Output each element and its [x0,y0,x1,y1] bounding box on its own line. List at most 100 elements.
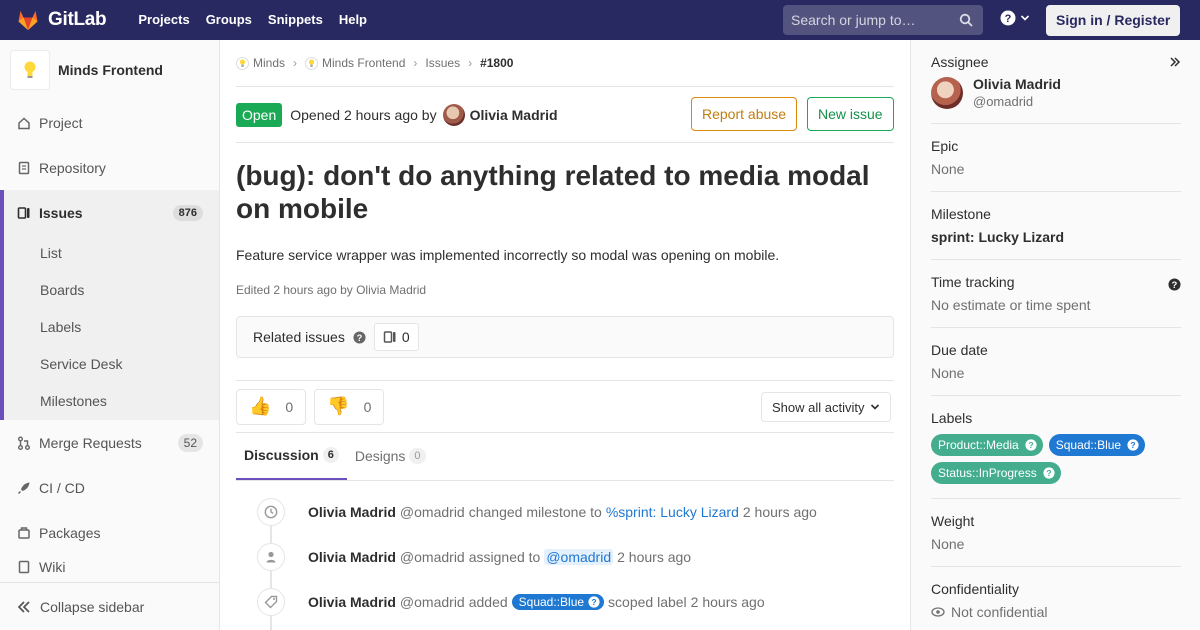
issue-author[interactable]: Olivia Madrid [470,107,558,123]
awards-bar: 👍 0 👎 0 Show all activity [236,381,894,433]
tab-discussion[interactable]: Discussion 6 [236,432,347,480]
tab-label: Designs [354,448,406,464]
issues-icon [383,331,396,343]
help-dropdown[interactable]: ? [1000,10,1030,26]
related-issues-count[interactable]: 0 [373,323,419,351]
issue-title: (bug): don't do anything related to medi… [236,160,870,224]
breadcrumb-project[interactable]: Minds Frontend [305,56,405,70]
activity-filter-label: Show all activity [772,399,865,415]
breadcrumb-label: Minds [253,56,286,70]
thumbsup-award-button[interactable]: 👍 0 [236,388,307,425]
assignee-row[interactable]: Olivia Madrid @omadrid [931,76,1181,109]
sidebar-item-label: Packages [39,524,101,541]
opened-text: Opened 2 hours ago by [290,106,437,123]
sign-in-button[interactable]: Sign in / Register [1046,5,1181,36]
breadcrumb-issues[interactable]: Issues [425,56,460,70]
doc-icon [16,160,32,176]
brand-logo[interactable]: GitLab [16,0,107,40]
issues-count-badge: 876 [172,204,203,221]
note-handle: @omadrid [399,548,465,565]
double-chevron-left-icon [17,600,30,613]
sidebar-subitem-labels[interactable]: Labels [4,309,219,346]
assignee-title: Assignee [931,54,989,70]
confidentiality-value: Not confidential [931,604,1181,620]
assignee-handle: @omadrid [973,94,1034,109]
sidebar-item-merge-requests[interactable]: Merge Requests 52 [0,420,219,465]
list-item: Olivia Madrid @omadrid changed milestone… [236,489,894,534]
label-name: Status::InProgress [938,466,1037,480]
sidebar-item-packages[interactable]: Packages [0,510,219,555]
milestone-link[interactable]: %sprint: Lucky Lizard [606,504,739,520]
sidebar-item-label: Issues [39,204,83,221]
related-issues-title: Related issues [253,329,345,345]
user-mention-link[interactable]: @omadrid [544,548,614,565]
note-action: assigned to [468,548,541,565]
search-icon [959,13,973,27]
note-action: added [468,593,508,610]
sidebar-item-label: CI / CD [39,479,85,496]
collapse-sidebar-button[interactable]: Collapse sidebar [0,582,219,630]
sidebar-item-ci-cd[interactable]: CI / CD [0,465,219,510]
question-circle-icon[interactable]: ? [1168,278,1181,291]
sidebar-item-project[interactable]: Project [0,100,219,145]
status-badge: Open [236,102,283,127]
time-tracking-value: No estimate or time spent [931,297,1091,313]
sidebar-subitem-list[interactable]: List [4,235,219,272]
tab-count-badge: 6 [322,447,339,463]
report-abuse-button[interactable]: Report abuse [691,97,798,131]
note-author[interactable]: Olivia Madrid [308,594,396,610]
note-author[interactable]: Olivia Madrid [308,549,396,565]
svg-text:?: ? [1130,440,1135,450]
avatar[interactable] [442,103,465,126]
note-time: 2 hours ago [690,593,765,610]
svg-text:?: ? [1172,280,1178,290]
sidebar-item-repository[interactable]: Repository [0,145,219,190]
search-box [783,5,983,35]
tab-designs[interactable]: Designs 0 [347,432,434,480]
note-author[interactable]: Olivia Madrid [308,504,396,520]
new-issue-button[interactable]: New issue [807,97,894,131]
book-icon [16,559,32,575]
milestone-title: Milestone [931,206,991,222]
sidebar-item-label: Project [39,114,83,131]
double-chevron-right-icon[interactable] [1169,56,1181,68]
due-date-block: Due date None [931,328,1181,396]
sidebar-subitem-boards[interactable]: Boards [4,272,219,309]
nav-groups[interactable]: Groups [198,0,260,40]
label-squad-blue[interactable]: Squad::Blue ? [1048,434,1146,456]
activity-filter-dropdown[interactable]: Show all activity [761,392,892,422]
chevron-down-icon [871,404,880,410]
nav-projects[interactable]: Projects [130,0,197,40]
avatar [931,76,963,109]
svg-text:?: ? [1028,440,1033,450]
sidebar-item-issues[interactable]: Issues 876 [4,190,219,235]
labels-block: Labels Product::Media ? Squad::Blue ? St… [931,396,1181,499]
sidebar-subitem-service-desk[interactable]: Service Desk [4,346,219,383]
due-date-value: None [931,365,965,381]
thumbsup-count: 0 [285,398,294,415]
due-date-title: Due date [931,342,988,358]
label-product-media[interactable]: Product::Media ? [931,434,1043,456]
sidebar-item-wiki[interactable]: Wiki [0,555,219,577]
breadcrumb-group[interactable]: Minds [236,56,285,70]
collapse-sidebar-label: Collapse sidebar [40,598,145,615]
scoped-label-badge[interactable]: Squad::Blue ? [511,593,605,610]
question-circle-icon[interactable]: ? [353,330,366,344]
nav-help[interactable]: Help [331,0,375,40]
breadcrumb-current[interactable]: #1800 [480,56,513,70]
note-time: 2 hours ago [742,503,817,520]
lightbulb-icon [24,61,36,78]
issues-section: Issues 876 List Boards Labels Service De… [0,190,219,420]
project-avatar [10,50,50,90]
milestone-value[interactable]: sprint: Lucky Lizard [931,229,1181,245]
search-input[interactable] [791,12,951,28]
eye-icon [931,607,945,617]
sidebar-subitem-milestones[interactable]: Milestones [4,383,219,420]
label-name: Product::Media [938,438,1019,452]
activity-timeline: Olivia Madrid @omadrid changed milestone… [236,489,894,630]
nav-snippets[interactable]: Snippets [260,0,331,40]
project-header[interactable]: Minds Frontend [0,40,219,100]
note-handle: @omadrid [399,503,465,520]
thumbsdown-award-button[interactable]: 👎 0 [314,388,385,425]
label-status-inprogress[interactable]: Status::InProgress ? [931,462,1061,484]
